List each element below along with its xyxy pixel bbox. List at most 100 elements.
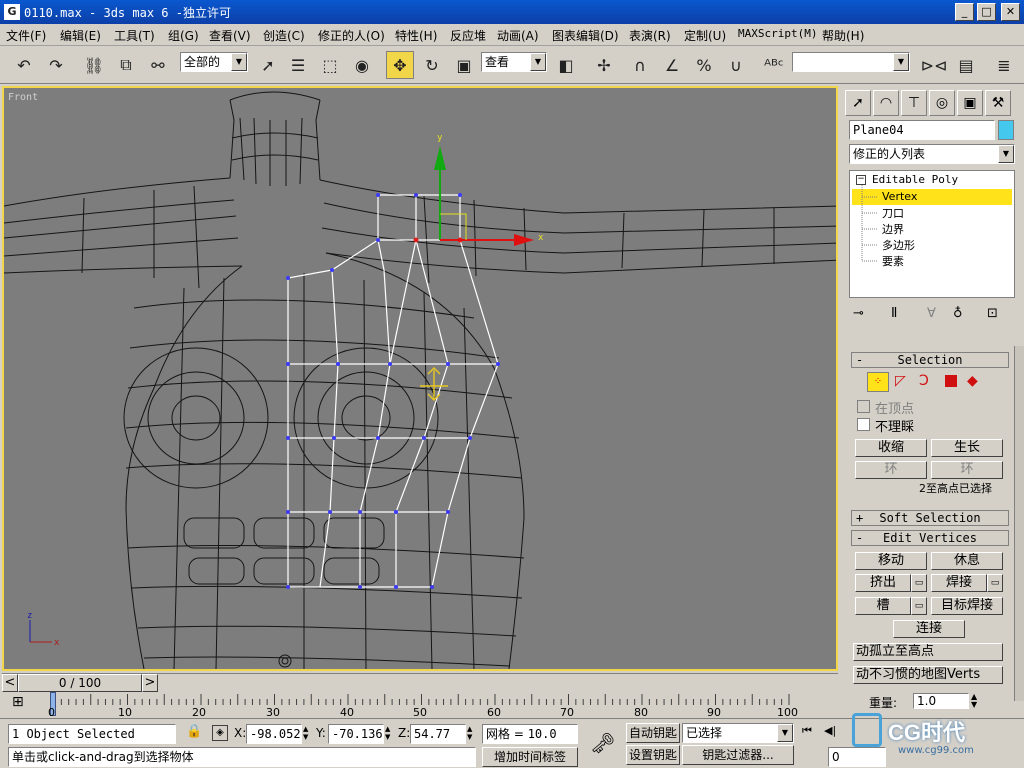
- border-mode-icon[interactable]: Ɔ: [919, 373, 929, 389]
- edit-named-selection-icon[interactable]: ᴬᴮᶜ: [760, 51, 788, 79]
- z-spinner-icon[interactable]: ▲ ▼: [467, 725, 472, 741]
- pin-stack-icon[interactable]: ⊸: [853, 306, 864, 321]
- weld-button[interactable]: 焊接: [931, 574, 987, 592]
- time-slider-thumb[interactable]: 0 / 100: [18, 674, 142, 692]
- weld-settings-icon[interactable]: ▭: [987, 574, 1003, 592]
- absolute-mode-icon[interactable]: ◈: [212, 725, 228, 741]
- element-mode-icon[interactable]: ◆: [967, 373, 978, 389]
- select-and-move-icon[interactable]: ✥: [386, 51, 414, 79]
- window-crossing-icon[interactable]: ◉: [348, 51, 376, 79]
- menu-edit[interactable]: 编辑(E): [60, 27, 101, 44]
- display-tab-icon[interactable]: ▣: [957, 90, 983, 116]
- select-and-manipulate-icon[interactable]: ✢: [590, 51, 618, 79]
- go-to-start-icon[interactable]: ⏮: [802, 724, 812, 738]
- extrude-button[interactable]: 挤出: [855, 574, 911, 592]
- remove-isolated-vertices-button[interactable]: 动孤立至高点: [853, 643, 1003, 661]
- reference-coordinate-dropdown[interactable]: 查看 ▼: [481, 52, 547, 72]
- menu-customize[interactable]: 定制(U): [684, 27, 726, 44]
- grow-button[interactable]: 生长: [931, 439, 1003, 457]
- menu-group[interactable]: 组(G): [168, 27, 199, 44]
- key-mode-dropdown[interactable]: 已选择 ▼: [682, 723, 794, 743]
- connect-button[interactable]: 连接: [893, 620, 965, 638]
- hierarchy-tab-icon[interactable]: ⊤: [901, 90, 927, 116]
- menu-help[interactable]: 帮助(H): [822, 27, 864, 44]
- stack-item-polygon[interactable]: 多边形: [882, 237, 915, 253]
- by-vertex-checkbox[interactable]: [857, 400, 870, 413]
- redo-icon[interactable]: ↷: [42, 51, 70, 79]
- menu-properties[interactable]: 特性(H): [395, 27, 437, 44]
- move-gizmo[interactable]: y x: [434, 133, 544, 246]
- track-bar-icon[interactable]: ⊞: [12, 694, 24, 710]
- align-icon[interactable]: ▤: [952, 51, 980, 79]
- modify-tab-icon[interactable]: ◠: [873, 90, 899, 116]
- select-and-rotate-icon[interactable]: ↻: [418, 51, 446, 79]
- menu-reactor[interactable]: 反应堆: [450, 27, 486, 44]
- menu-maxscript[interactable]: MAXScript(M): [738, 27, 817, 40]
- rectangular-selection-icon[interactable]: ⬚: [316, 51, 344, 79]
- stack-root-editable-poly[interactable]: Editable Poly: [872, 173, 958, 186]
- set-key-button[interactable]: 设置钥匙: [626, 745, 680, 765]
- menu-file[interactable]: 文件(F): [6, 27, 46, 44]
- selection-rollout-header[interactable]: - Selection: [851, 352, 1009, 368]
- layer-manager-icon[interactable]: ≣: [990, 51, 1018, 79]
- y-coordinate-field[interactable]: -70.136: [328, 724, 384, 744]
- spinner-snap-icon[interactable]: ∪: [722, 51, 750, 79]
- previous-frame-icon[interactable]: ◀|: [824, 724, 836, 737]
- y-spinner-icon[interactable]: ▲ ▼: [385, 725, 390, 741]
- create-tab-icon[interactable]: ➚: [845, 90, 871, 116]
- select-by-name-icon[interactable]: ☰: [284, 51, 312, 79]
- front-viewport[interactable]: Front y x z x: [2, 86, 838, 671]
- close-button[interactable]: ✕: [1001, 3, 1020, 21]
- shrink-button[interactable]: 收缩: [855, 439, 927, 457]
- motion-tab-icon[interactable]: ◎: [929, 90, 955, 116]
- select-object-icon[interactable]: ➚: [254, 51, 282, 79]
- make-unique-icon[interactable]: ∀: [927, 306, 936, 321]
- command-panel-scrollbar[interactable]: [1014, 346, 1024, 701]
- ignore-backfacing-checkbox[interactable]: [857, 418, 870, 431]
- stack-item-element[interactable]: 要素: [882, 253, 904, 269]
- x-coordinate-field[interactable]: -98.052: [246, 724, 302, 744]
- menu-graph-editors[interactable]: 图表编辑(D): [552, 27, 619, 44]
- configure-modifier-sets-icon[interactable]: ⊡: [987, 306, 998, 321]
- menu-create[interactable]: 创造(C): [263, 27, 305, 44]
- mirror-icon[interactable]: ⊳⊲: [920, 51, 948, 79]
- target-weld-button[interactable]: 目标焊接: [931, 597, 1003, 615]
- bind-space-warp-icon[interactable]: ⚯: [144, 51, 172, 79]
- remove-unused-map-verts-button[interactable]: 动不习惯的地图Verts: [853, 666, 1003, 684]
- menu-modifiers[interactable]: 修正的人(O): [318, 27, 385, 44]
- key-filters-button[interactable]: 钥匙过滤器...: [682, 745, 794, 765]
- snap-3d-icon[interactable]: ∩: [626, 51, 654, 79]
- menu-tools[interactable]: 工具(T): [114, 27, 155, 44]
- remove-modifier-icon[interactable]: ♁: [953, 306, 963, 321]
- weight-field[interactable]: 1.0: [913, 693, 969, 709]
- soft-selection-rollout-header[interactable]: + Soft Selection: [851, 510, 1009, 526]
- polygon-mode-icon[interactable]: [945, 375, 957, 387]
- time-slider-next-button[interactable]: >: [142, 674, 158, 692]
- add-time-tag-button[interactable]: 增加时间标签: [482, 747, 578, 767]
- z-coordinate-field[interactable]: 54.77: [410, 724, 466, 744]
- stack-item-border[interactable]: 边界: [882, 221, 904, 237]
- selection-filter-dropdown[interactable]: 全部的 ▼: [180, 52, 248, 72]
- loop-button[interactable]: 环: [931, 461, 1003, 479]
- angle-snap-icon[interactable]: ∠: [658, 51, 686, 79]
- named-selection-dropdown[interactable]: ▼: [792, 52, 910, 72]
- lock-selection-icon[interactable]: 🔒: [186, 724, 202, 739]
- key-icon[interactable]: 🗝: [590, 731, 615, 755]
- undo-icon[interactable]: ↶: [10, 51, 38, 79]
- percent-snap-icon[interactable]: %: [690, 51, 718, 79]
- x-spinner-icon[interactable]: ▲ ▼: [303, 725, 308, 741]
- ring-button[interactable]: 环: [855, 461, 927, 479]
- extrude-settings-icon[interactable]: ▭: [911, 574, 927, 592]
- utilities-tab-icon[interactable]: ⚒: [985, 90, 1011, 116]
- minimize-button[interactable]: _: [955, 3, 974, 21]
- pivot-center-icon[interactable]: ◧: [552, 51, 580, 79]
- edit-vertices-rollout-header[interactable]: - Edit Vertices: [851, 530, 1009, 546]
- chamfer-button[interactable]: 槽: [855, 597, 911, 615]
- time-slider[interactable]: < 0 / 100 >: [2, 673, 838, 692]
- move-button[interactable]: 移动: [855, 552, 927, 570]
- link-icon[interactable]: ⛓: [80, 51, 108, 79]
- show-end-result-icon[interactable]: Ⅱ: [891, 306, 897, 321]
- maximize-button[interactable]: □: [977, 3, 996, 21]
- object-color-swatch[interactable]: [998, 120, 1014, 140]
- stack-item-edge[interactable]: 刀口: [882, 205, 904, 221]
